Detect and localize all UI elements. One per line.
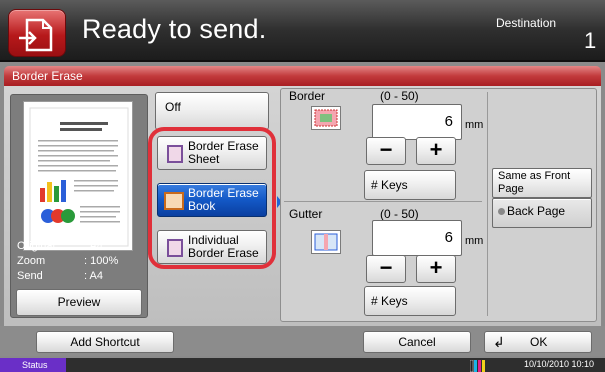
gutter-unit: mm bbox=[465, 235, 484, 247]
border-erase-book-label: Border Erase Book bbox=[188, 186, 259, 213]
back-page-label: Back Page bbox=[507, 204, 566, 218]
gutter-icon bbox=[311, 230, 341, 254]
gutter-increase-button[interactable]: + bbox=[416, 255, 456, 283]
cancel-button[interactable]: Cancel bbox=[363, 331, 471, 353]
enter-arrow-icon: ↲ bbox=[493, 334, 505, 350]
divider bbox=[284, 201, 482, 202]
border-icon bbox=[311, 106, 341, 130]
individual-border-erase-button[interactable]: Individual Border Erase bbox=[157, 230, 267, 264]
status-bar bbox=[0, 358, 605, 372]
status-button[interactable]: Status bbox=[0, 358, 66, 372]
border-erase-book-button[interactable]: Border Erase Book bbox=[157, 183, 267, 217]
gutter-range: (0 - 50) bbox=[380, 207, 419, 221]
original-value: : A4 bbox=[84, 240, 103, 252]
divider bbox=[487, 92, 488, 316]
border-keys-button[interactable]: # Keys bbox=[364, 170, 456, 200]
border-erase-sheet-button[interactable]: Border Erase Sheet bbox=[157, 136, 267, 170]
individual-border-erase-label: Individual Border Erase bbox=[188, 233, 259, 260]
border-range: (0 - 50) bbox=[380, 89, 419, 103]
send-document-icon bbox=[8, 9, 66, 57]
destination-label: Destination bbox=[496, 16, 557, 30]
border-unit: mm bbox=[465, 119, 484, 131]
border-erase-book-icon bbox=[164, 192, 184, 210]
send-value: : A4 bbox=[84, 270, 103, 282]
border-erase-sheet-icon bbox=[167, 145, 183, 163]
document-thumbnail bbox=[23, 101, 133, 251]
screen: Ready to send. Destination 1 Border Eras… bbox=[0, 0, 605, 372]
gutter-value-field[interactable]: 6 bbox=[372, 220, 462, 256]
gutter-keys-button[interactable]: # Keys bbox=[364, 286, 456, 316]
border-decrease-button[interactable]: − bbox=[366, 137, 406, 165]
panel-title: Border Erase bbox=[4, 66, 601, 86]
ok-button[interactable]: ↲ OK bbox=[484, 331, 592, 353]
border-increase-button[interactable]: + bbox=[416, 137, 456, 165]
send-label: Send bbox=[17, 270, 43, 282]
zoom-label: Zoom bbox=[17, 255, 46, 267]
back-page-button[interactable]: Back Page bbox=[492, 198, 592, 228]
border-erase-sheet-label: Border Erase Sheet bbox=[188, 139, 259, 166]
ok-label: OK bbox=[530, 335, 548, 349]
same-as-front-page-button[interactable]: Same as Front Page bbox=[492, 168, 592, 198]
gutter-decrease-button[interactable]: − bbox=[366, 255, 406, 283]
add-shortcut-button[interactable]: Add Shortcut bbox=[36, 331, 174, 353]
zoom-value: : 100% bbox=[84, 255, 119, 267]
gutter-title: Gutter bbox=[289, 207, 323, 221]
destination-count: 1 bbox=[584, 28, 597, 53]
original-label: Original bbox=[17, 240, 55, 252]
radio-icon bbox=[498, 208, 505, 215]
preview-button[interactable]: Preview bbox=[16, 289, 142, 316]
individual-border-erase-icon bbox=[167, 239, 183, 257]
page-title: Ready to send. bbox=[82, 14, 267, 44]
off-button[interactable]: Off bbox=[155, 92, 269, 130]
toner-icon bbox=[469, 359, 486, 372]
datetime: 10/10/2010 10:10 bbox=[524, 359, 595, 369]
border-title: Border bbox=[289, 89, 326, 103]
border-value-field[interactable]: 6 bbox=[372, 104, 462, 140]
